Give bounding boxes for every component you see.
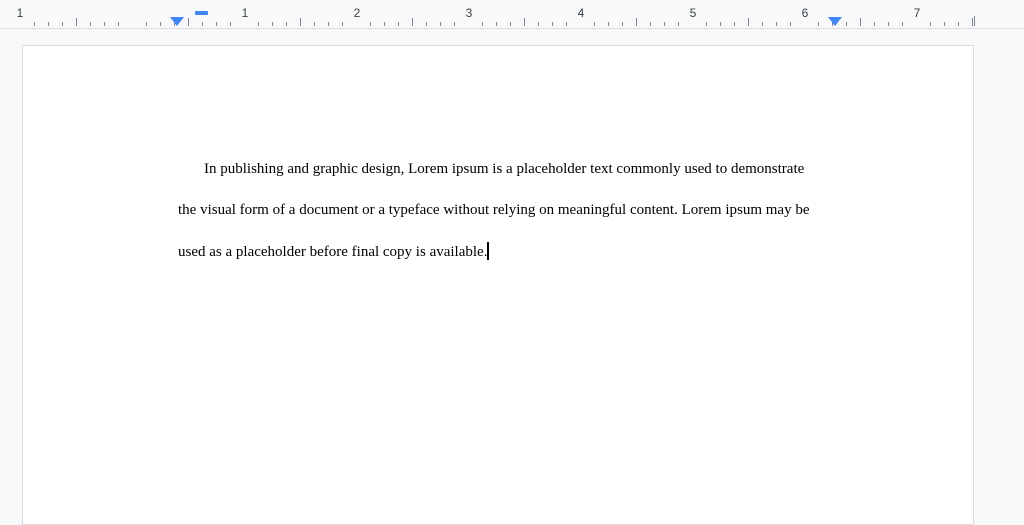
paragraph-line[interactable]: In publishing and graphic design, Lorem … (204, 160, 804, 178)
ruler-tick (328, 22, 329, 26)
ruler-tick (160, 22, 161, 26)
ruler-tick (706, 22, 707, 26)
ruler-tick (944, 22, 945, 26)
ruler-tick (412, 18, 413, 26)
paragraph-line-last[interactable]: used as a placeholder before final copy … (178, 242, 490, 261)
ruler-tick (972, 18, 973, 26)
left-indent-marker[interactable] (170, 17, 184, 26)
ruler-tick (552, 22, 553, 26)
ruler-number: 1 (241, 6, 249, 20)
ruler-tick (888, 22, 889, 26)
ruler-tick (974, 16, 975, 26)
ruler-tick (62, 22, 63, 26)
ruler-tick (650, 22, 651, 26)
ruler-tick (930, 22, 931, 26)
ruler-tick (748, 18, 749, 26)
horizontal-ruler[interactable]: 1 1 2 3 4 5 6 7 (0, 0, 1024, 29)
paragraph-line-text: used as a placeholder before final copy … (178, 244, 488, 260)
ruler-tick (720, 22, 721, 26)
ruler-tick (818, 22, 819, 26)
ruler-tick (440, 22, 441, 26)
ruler-number: 5 (689, 6, 697, 20)
ruler-tick (846, 22, 847, 26)
ruler-tick (776, 22, 777, 26)
ruler-tick (636, 18, 637, 26)
paragraph-line[interactable]: the visual form of a document or a typef… (178, 201, 810, 219)
ruler-tick (202, 22, 203, 26)
ruler-tick (958, 22, 959, 26)
ruler-tick (608, 22, 609, 26)
ruler-tick (314, 22, 315, 26)
ruler-tick (90, 22, 91, 26)
ruler-tick (118, 22, 119, 26)
ruler-tick (48, 22, 49, 26)
ruler-tick (734, 22, 735, 26)
ruler-tick (272, 22, 273, 26)
ruler-tick (664, 22, 665, 26)
ruler-tick (426, 22, 427, 26)
ruler-tick (286, 22, 287, 26)
ruler-tick (594, 22, 595, 26)
ruler-tick (258, 22, 259, 26)
ruler-tick (874, 22, 875, 26)
ruler-tick (454, 22, 455, 26)
ruler-tick (300, 18, 301, 26)
ruler-number: 6 (801, 6, 809, 20)
ruler-number: 2 (353, 6, 361, 20)
ruler-tick (188, 18, 189, 26)
ruler-tick (216, 22, 217, 26)
ruler-number: 3 (465, 6, 473, 20)
ruler-tick (510, 22, 511, 26)
ruler-tick (104, 22, 105, 26)
ruler-tick (860, 18, 861, 26)
ruler-number: 4 (577, 6, 585, 20)
ruler-tick (384, 22, 385, 26)
ruler-tick (76, 18, 77, 26)
ruler-tick (524, 18, 525, 26)
ruler-tick (370, 22, 371, 26)
ruler-tick (482, 22, 483, 26)
ruler-tick (566, 22, 567, 26)
ruler-tick (762, 22, 763, 26)
right-indent-marker[interactable] (828, 17, 842, 26)
ruler-tick (230, 22, 231, 26)
ruler-tick (34, 22, 35, 26)
ruler-number: 1 (16, 6, 24, 20)
ruler-tick (342, 22, 343, 26)
ruler-tick (790, 22, 791, 26)
ruler-tick (538, 22, 539, 26)
ruler-tick (902, 22, 903, 26)
ruler-tick (678, 22, 679, 26)
ruler-number: 7 (913, 6, 921, 20)
ruler-tick (622, 22, 623, 26)
text-cursor (487, 242, 490, 260)
ruler-tick (496, 22, 497, 26)
ruler-tick (146, 22, 147, 26)
ruler-tick (398, 22, 399, 26)
first-line-indent-marker[interactable] (195, 11, 208, 15)
document-page[interactable]: In publishing and graphic design, Lorem … (22, 45, 974, 525)
